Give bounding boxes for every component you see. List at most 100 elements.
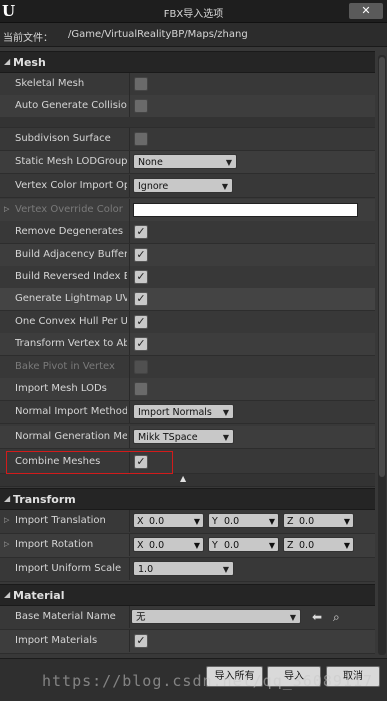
row-remove-degenerates: Remove Degenerates ✓ xyxy=(0,221,375,244)
generate-lightmap-uvs-checkbox[interactable]: ✓ xyxy=(134,292,148,306)
chevron-down-icon: ▼ xyxy=(225,158,232,167)
chevron-down-icon: ▼ xyxy=(268,517,275,526)
close-button[interactable]: ✕ xyxy=(349,3,383,19)
row-generate-lightmap-uvs: Generate Lightmap UVs ✓ xyxy=(0,288,375,311)
property-label: One Convex Hull Per UC xyxy=(15,316,127,327)
import-mesh-lods-checkbox[interactable]: ✓ xyxy=(134,382,148,396)
row-base-material-name: Base Material Name 无 ▼ ⬅ ⌕ xyxy=(0,606,375,630)
one-convex-hull-checkbox[interactable]: ✓ xyxy=(134,315,148,329)
property-label: Bake Pivot in Vertex xyxy=(15,361,115,372)
skeletal-mesh-checkbox[interactable]: ✓ xyxy=(134,77,148,91)
row-spacer xyxy=(0,117,375,128)
expand-triangle-icon[interactable]: ▷ xyxy=(4,516,9,524)
row-import-translation: ▷ Import Translation X 0.0 ▼ Y 0.0 ▼ Z 0… xyxy=(0,510,375,534)
chevron-down-icon: ▼ xyxy=(268,541,275,550)
property-label: Import Mesh LODs xyxy=(15,383,107,394)
row-import-mesh-lods: Import Mesh LODs ✓ xyxy=(0,378,375,401)
normal-import-method-dropdown[interactable]: Import Normals ▼ xyxy=(133,404,234,419)
row-import-materials: Import Materials ✓ xyxy=(0,630,375,654)
property-label: Static Mesh LODGroup xyxy=(15,156,127,167)
vertex-override-color-swatch[interactable] xyxy=(133,203,358,217)
row-build-adjacency-buffer: Build Adjacency Buffer ✓ xyxy=(0,244,375,267)
property-label: Skeletal Mesh xyxy=(15,78,85,89)
scrollbar-thumb[interactable] xyxy=(379,57,385,477)
vertex-color-import-dropdown[interactable]: Ignore ▼ xyxy=(133,178,233,193)
section-title: Transform xyxy=(13,493,76,506)
rotation-x-field[interactable]: X 0.0 ▼ xyxy=(133,537,204,552)
row-import-rotation: ▷ Import Rotation X 0.0 ▼ Y 0.0 ▼ Z 0.0 … xyxy=(0,534,375,558)
property-label: Remove Degenerates xyxy=(15,226,124,237)
property-label: Generate Lightmap UVs xyxy=(15,293,127,304)
property-label: Build Reversed Index Bu xyxy=(15,271,127,282)
property-label: Auto Generate Collision xyxy=(15,100,127,111)
chevron-down-icon: ▼ xyxy=(343,517,350,526)
property-label: Vertex Override Color xyxy=(15,204,123,215)
property-label: Import Materials xyxy=(15,635,98,646)
rotation-z-field[interactable]: Z 0.0 ▼ xyxy=(283,537,354,552)
row-bake-pivot: Bake Pivot in Vertex ✓ xyxy=(0,356,375,379)
property-label: Import Translation xyxy=(15,515,106,526)
property-label: Vertex Color Import Opt xyxy=(15,180,127,191)
row-normal-import-method: Normal Import Method Import Normals ▼ xyxy=(0,401,375,424)
property-label: Base Material Name xyxy=(15,611,116,622)
current-file-label: 当前文件： xyxy=(3,33,53,44)
expand-triangle-icon[interactable]: ▷ xyxy=(4,205,9,213)
row-skeletal-mesh: Skeletal Mesh ✓ xyxy=(0,73,375,96)
translation-y-field[interactable]: Y 0.0 ▼ xyxy=(208,513,279,528)
vertical-scrollbar[interactable] xyxy=(378,55,386,655)
import-materials-checkbox[interactable]: ✓ xyxy=(134,634,148,648)
build-adjacency-buffer-checkbox[interactable]: ✓ xyxy=(134,248,148,262)
search-icon[interactable]: ⌕ xyxy=(333,610,340,625)
property-label: Build Adjacency Buffer xyxy=(15,249,127,260)
section-transform[interactable]: ◢ Transform xyxy=(0,488,375,510)
section-title: Material xyxy=(13,589,65,602)
collapse-triangle-icon: ◢ xyxy=(4,57,11,66)
property-label: Subdivison Surface xyxy=(15,133,111,144)
expand-triangle-icon[interactable]: ▷ xyxy=(4,540,9,548)
build-reversed-index-checkbox[interactable]: ✓ xyxy=(134,270,148,284)
chevron-down-icon: ▼ xyxy=(222,433,229,442)
translation-x-field[interactable]: X 0.0 ▼ xyxy=(133,513,204,528)
bake-pivot-checkbox: ✓ xyxy=(134,360,148,374)
property-label: Import Uniform Scale xyxy=(15,563,122,574)
row-transform-vertex: Transform Vertex to Abs ✓ xyxy=(0,333,375,356)
chevron-down-icon: ▼ xyxy=(193,517,200,526)
section-mesh[interactable]: ◢ Mesh xyxy=(0,51,375,73)
row-auto-generate-collision: Auto Generate Collision ✓ xyxy=(0,95,375,118)
rotation-y-field[interactable]: Y 0.0 ▼ xyxy=(208,537,279,552)
subdivision-surface-checkbox[interactable]: ✓ xyxy=(134,132,148,146)
row-subdivision-surface: Subdivison Surface ✓ xyxy=(0,128,375,151)
highlight-annotation xyxy=(6,451,173,474)
advanced-expander[interactable]: ▲ xyxy=(0,474,375,487)
current-file-path: /Game/VirtualRealityBP/Maps/zhang xyxy=(68,29,248,40)
row-vertex-color-import: Vertex Color Import Opt Ignore ▼ xyxy=(0,175,375,198)
property-label: Transform Vertex to Abs xyxy=(15,338,127,349)
expand-up-arrow-icon: ▲ xyxy=(180,474,187,483)
property-label: Normal Import Method xyxy=(15,406,127,417)
title-bar: U FBX导入选项 ✕ xyxy=(0,0,387,23)
chevron-down-icon: ▼ xyxy=(222,565,229,574)
translation-z-field[interactable]: Z 0.0 ▼ xyxy=(283,513,354,528)
collapse-triangle-icon: ◢ xyxy=(4,590,11,599)
uniform-scale-field[interactable]: 1.0 ▼ xyxy=(133,561,234,576)
base-material-dropdown[interactable]: 无 ▼ xyxy=(131,609,301,624)
chevron-down-icon: ▼ xyxy=(289,613,296,622)
chevron-down-icon: ▼ xyxy=(193,541,200,550)
window-title: FBX导入选项 xyxy=(163,9,224,20)
chevron-down-icon: ▼ xyxy=(222,408,229,417)
collapse-triangle-icon: ◢ xyxy=(4,494,11,503)
section-title: Mesh xyxy=(13,56,46,69)
use-selected-arrow-icon[interactable]: ⬅ xyxy=(312,610,322,624)
watermark-text: https://blog.csdn.net/qq_36089117 xyxy=(42,672,374,690)
row-static-mesh-lod-group: Static Mesh LODGroup None ▼ xyxy=(0,151,375,174)
section-material[interactable]: ◢ Material xyxy=(0,584,375,606)
static-mesh-lod-group-dropdown[interactable]: None ▼ xyxy=(133,154,237,169)
row-build-reversed-index: Build Reversed Index Bu ✓ xyxy=(0,266,375,289)
transform-vertex-checkbox[interactable]: ✓ xyxy=(134,337,148,351)
auto-generate-collision-checkbox[interactable]: ✓ xyxy=(134,99,148,113)
row-normal-generation: Normal Generation Meth Mikk TSpace ▼ xyxy=(0,426,375,449)
normal-generation-dropdown[interactable]: Mikk TSpace ▼ xyxy=(133,429,234,444)
property-label: Import Rotation xyxy=(15,539,94,550)
row-vertex-override-color: ▷ Vertex Override Color xyxy=(0,199,375,222)
remove-degenerates-checkbox[interactable]: ✓ xyxy=(134,225,148,239)
